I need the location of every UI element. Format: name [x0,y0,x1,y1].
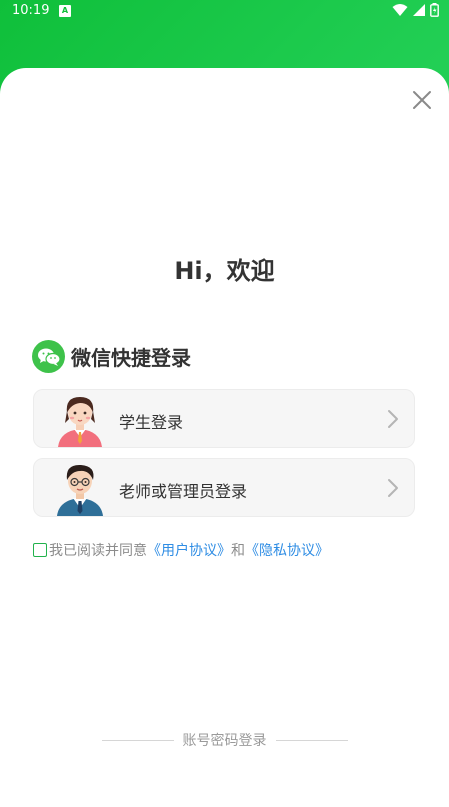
student-login-label: 学生登录 [119,413,184,432]
status-icons [392,3,439,17]
wechat-quick-login-header: 微信快捷登录 [32,340,191,373]
user-agreement-link[interactable]: 《用户协议》 [147,540,231,560]
greeting-title: Hi，欢迎 [174,257,275,285]
student-login-button[interactable]: 学生登录 [33,389,415,448]
status-time: 10:19 [12,3,50,18]
signal-icon [413,4,425,16]
notification-icon: A [59,5,71,17]
privacy-agreement-link[interactable]: 《隐私协议》 [245,540,329,560]
account-password-login-link[interactable]: 账号密码登录 [183,730,267,750]
chevron-right-icon [388,479,398,497]
wechat-icon [32,340,65,373]
agreement-row: 我已阅读并同意 《用户协议》 和 《隐私协议》 [33,540,329,560]
wifi-icon [392,4,408,16]
account-password-login-row: 账号密码登录 [0,730,449,750]
status-bar: 10:19 A [0,0,449,24]
agreement-checkbox[interactable] [33,543,47,557]
login-sheet: Hi，欢迎 微信快捷登录 学生登录 老师或管理员登录 我已阅读并同意 《用户协议… [0,68,449,807]
close-icon[interactable] [411,89,433,111]
teacher-avatar [52,458,108,516]
agreement-conjunction: 和 [231,543,245,559]
divider-left [101,739,174,741]
teacher-admin-login-label: 老师或管理员登录 [119,482,248,501]
divider-right [275,739,348,741]
wechat-quick-login-title: 微信快捷登录 [71,346,191,370]
agreement-prefix: 我已阅读并同意 [49,543,147,559]
teacher-admin-login-button[interactable]: 老师或管理员登录 [33,458,415,517]
student-avatar [52,389,108,447]
battery-icon [430,3,439,17]
chevron-right-icon [388,410,398,428]
